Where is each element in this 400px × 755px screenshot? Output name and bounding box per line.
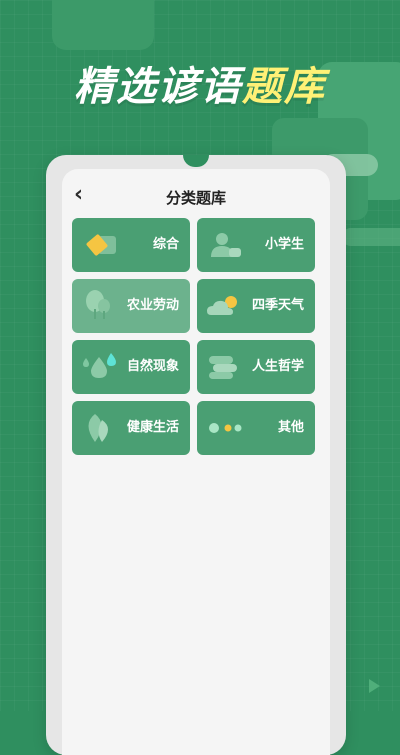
category-card-nongye[interactable]: 农业劳动: [72, 279, 190, 333]
nav-bar: ‹ 分类题库: [62, 169, 330, 221]
headline-main: 精选谚语: [74, 64, 242, 110]
phone-notch: [183, 155, 209, 167]
book-stack-icon: [209, 356, 237, 379]
decor-tab: [52, 0, 154, 50]
app-screen: ‹ 分类题库 综合 小学生 农业劳动 四季天气 自然现象 人生哲学 健康生活 其…: [62, 169, 330, 755]
category-card-xiaoxuesheng[interactable]: 小学生: [197, 218, 315, 272]
tree-icon: [86, 290, 110, 319]
category-label: 四季天气: [251, 298, 304, 313]
category-card-jiankang[interactable]: 健康生活: [72, 401, 190, 455]
leaf-icon: [88, 414, 108, 442]
phone-frame: ‹ 分类题库 综合 小学生 农业劳动 四季天气 自然现象 人生哲学 健康生活 其…: [46, 155, 346, 755]
category-card-rensheng[interactable]: 人生哲学: [197, 340, 315, 394]
category-label: 人生哲学: [251, 359, 304, 374]
category-card-siji[interactable]: 四季天气: [197, 279, 315, 333]
water-drops-icon: [83, 353, 116, 378]
sun-cloud-icon: [207, 296, 237, 315]
dots-icon: [209, 423, 242, 433]
promo-headline: 精选谚语题库: [0, 54, 400, 112]
category-label: 小学生: [264, 237, 304, 252]
person-icon: [211, 233, 241, 257]
play-arrow-icon: [369, 679, 380, 693]
category-card-zonghe[interactable]: 综合: [72, 218, 190, 272]
category-label: 其他: [277, 420, 304, 435]
category-card-ziran[interactable]: 自然现象: [72, 340, 190, 394]
page-title: 分类题库: [165, 189, 226, 207]
category-card-qita[interactable]: 其他: [197, 401, 315, 455]
category-label: 健康生活: [126, 420, 179, 435]
category-label: 综合: [152, 237, 179, 252]
category-label: 自然现象: [126, 359, 179, 374]
headline-highlight: 题库: [242, 64, 326, 110]
category-label: 农业劳动: [126, 298, 179, 313]
decor-bar: [342, 228, 400, 246]
yellow-square-icon: [86, 234, 116, 256]
